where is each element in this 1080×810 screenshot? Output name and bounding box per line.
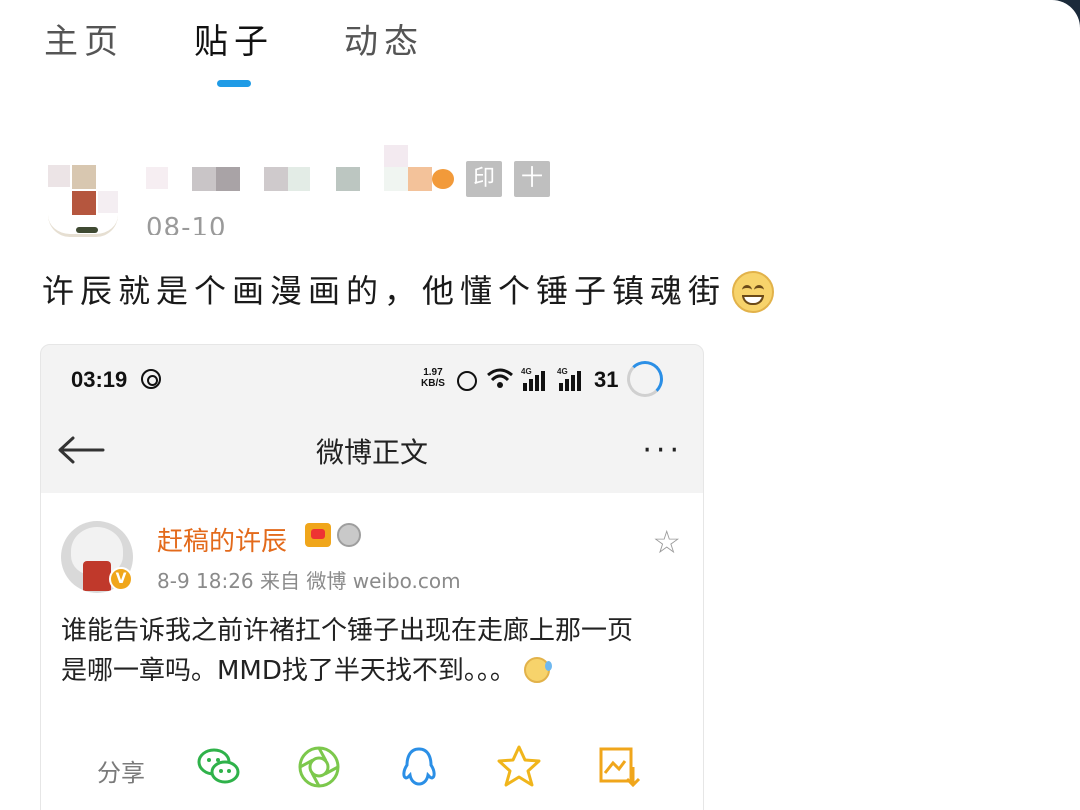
- profile-tabs: 主页 贴子 动态: [44, 14, 494, 86]
- share-row: 分享: [41, 737, 703, 797]
- battery-level: 31: [594, 367, 619, 392]
- grin-emoji-icon: [732, 270, 775, 313]
- more-menu-button[interactable]: ···: [642, 436, 683, 466]
- post-text: 许辰就是个画漫画的，他懂个锤子镇魂街: [42, 266, 775, 315]
- weibo-meta: 8-9 18:26 来自 微博 weibo.com: [157, 569, 461, 593]
- post-author-row: 印 十 08-10: [48, 145, 568, 240]
- weibo-navbar: 微博正文 ···: [41, 415, 703, 485]
- weibo-text-line2: 是哪一章吗。MMD找了半天找不到。。。: [61, 656, 516, 686]
- status-time: 03:19: [71, 367, 128, 392]
- crown-icon: [305, 523, 331, 547]
- post-date: 08-10: [146, 213, 227, 235]
- weibo-author-name[interactable]: 赶稿的许辰: [157, 521, 287, 558]
- tab-home[interactable]: 主页: [44, 14, 124, 86]
- wifi-icon: [487, 368, 513, 388]
- post-text-content: 许辰就是个画漫画的，他懂个锤子镇魂街: [42, 272, 727, 310]
- netease-music-icon: [141, 369, 161, 389]
- qzone-star-icon[interactable]: [495, 743, 543, 791]
- username-mosaic[interactable]: [48, 145, 454, 205]
- alarm-icon: [457, 371, 477, 391]
- qq-icon[interactable]: [395, 743, 443, 791]
- embedded-screenshot[interactable]: 03:19 1.97 KB/S 4G 4G 31 微博正文 ··· V 赶稿的许…: [40, 344, 704, 810]
- signal-1-icon: 4G: [521, 367, 551, 391]
- stamp-badge[interactable]: 印: [466, 161, 502, 197]
- tab-posts[interactable]: 贴子: [194, 14, 274, 86]
- verified-badge-icon: V: [109, 567, 133, 591]
- status-bar: 03:19 1.97 KB/S 4G 4G 31: [41, 345, 703, 415]
- tab-activity[interactable]: 动态: [344, 14, 424, 86]
- favorite-star-icon[interactable]: ☆: [652, 523, 681, 561]
- moments-icon[interactable]: [295, 743, 343, 791]
- page-title: 微博正文: [315, 436, 428, 469]
- save-image-icon[interactable]: [595, 743, 643, 791]
- network-speed: 1.97 KB/S: [421, 367, 445, 389]
- plus-badge[interactable]: 十: [514, 161, 550, 197]
- share-label: 分享: [97, 759, 145, 787]
- battery-ring-icon: [627, 361, 663, 397]
- sweat-emoji-icon: [524, 656, 553, 683]
- weibo-card: V 赶稿的许辰 ☆ 8-9 18:26 来自 微博 weibo.com 谁能告诉…: [41, 493, 703, 810]
- weibo-text-line1: 谁能告诉我之前许褚扛个锤子出现在走廊上那一页: [61, 616, 634, 646]
- weibo-text: 谁能告诉我之前许褚扛个锤子出现在走廊上那一页 是哪一章吗。MMD找了半天找不到。…: [61, 611, 691, 691]
- signal-2-icon: 4G: [557, 367, 587, 391]
- wechat-icon[interactable]: [195, 743, 243, 791]
- medal-icon: [337, 523, 361, 547]
